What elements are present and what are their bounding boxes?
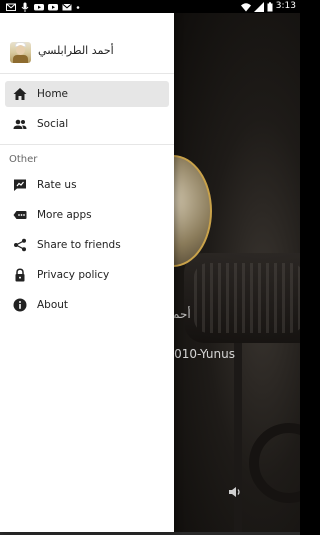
menu-item-label: Home	[37, 88, 69, 100]
people-icon	[13, 119, 27, 129]
cell-signal-icon	[253, 1, 264, 12]
menu-item-label: Rate us	[37, 179, 77, 191]
mic-stand	[234, 343, 242, 533]
battery-icon	[267, 1, 273, 11]
menu-item-label: Social	[37, 118, 69, 130]
gmail-icon	[6, 3, 16, 11]
volume-icon[interactable]	[228, 485, 242, 499]
reciter-avatar	[10, 42, 31, 63]
menu-item-rate-us[interactable]: Rate us	[5, 172, 169, 198]
section-title-other: Other	[9, 154, 38, 165]
share-icon	[14, 238, 26, 252]
menu-item-label: About	[37, 299, 69, 311]
system-icons: 3:13	[240, 0, 296, 13]
more-apps-icon	[13, 211, 27, 219]
other-menu: Rate us More apps Share to friends Priva…	[0, 172, 174, 318]
avatar-robe	[13, 55, 28, 63]
wifi-icon	[240, 2, 251, 11]
menu-item-more-apps[interactable]: More apps	[5, 202, 169, 228]
menu-item-social[interactable]: Social	[5, 111, 169, 137]
menu-item-about[interactable]: About	[5, 292, 169, 318]
avatar-face	[16, 45, 25, 55]
mic-ring	[249, 423, 300, 503]
status-bar: 3:13	[0, 0, 300, 13]
navigation-drawer: أحمد الطرابلسي Home Social Other Rate us	[0, 13, 174, 532]
menu-item-label: Share to friends	[37, 239, 121, 251]
notification-icons	[6, 1, 80, 12]
menu-item-label: More apps	[37, 209, 92, 221]
album-cover	[174, 155, 212, 267]
lock-icon	[15, 268, 25, 282]
youtube-icon	[34, 3, 44, 10]
mail-icon	[62, 3, 72, 10]
youtube-icon	[48, 3, 58, 10]
clock: 3:13	[275, 1, 296, 11]
microphone-grille	[194, 263, 300, 333]
menu-item-share[interactable]: Share to friends	[5, 232, 169, 258]
menu-item-privacy-policy[interactable]: Privacy policy	[5, 262, 169, 288]
primary-menu: Home Social	[0, 74, 174, 137]
player-background[interactable]: أحم - 010-Yunus	[174, 13, 300, 533]
track-title: - 010-Yunus	[174, 347, 235, 361]
mic-icon	[21, 2, 29, 12]
rate-icon	[14, 179, 26, 191]
info-icon	[13, 298, 27, 312]
menu-item-home[interactable]: Home	[5, 81, 169, 107]
menu-item-label: Privacy policy	[37, 269, 110, 281]
dot-icon	[76, 5, 80, 9]
app-title: أحمد الطرابلسي	[38, 44, 114, 57]
home-icon	[13, 88, 27, 100]
track-title-arabic: أحم	[174, 307, 191, 321]
drawer-header: أحمد الطرابلسي	[0, 13, 174, 74]
